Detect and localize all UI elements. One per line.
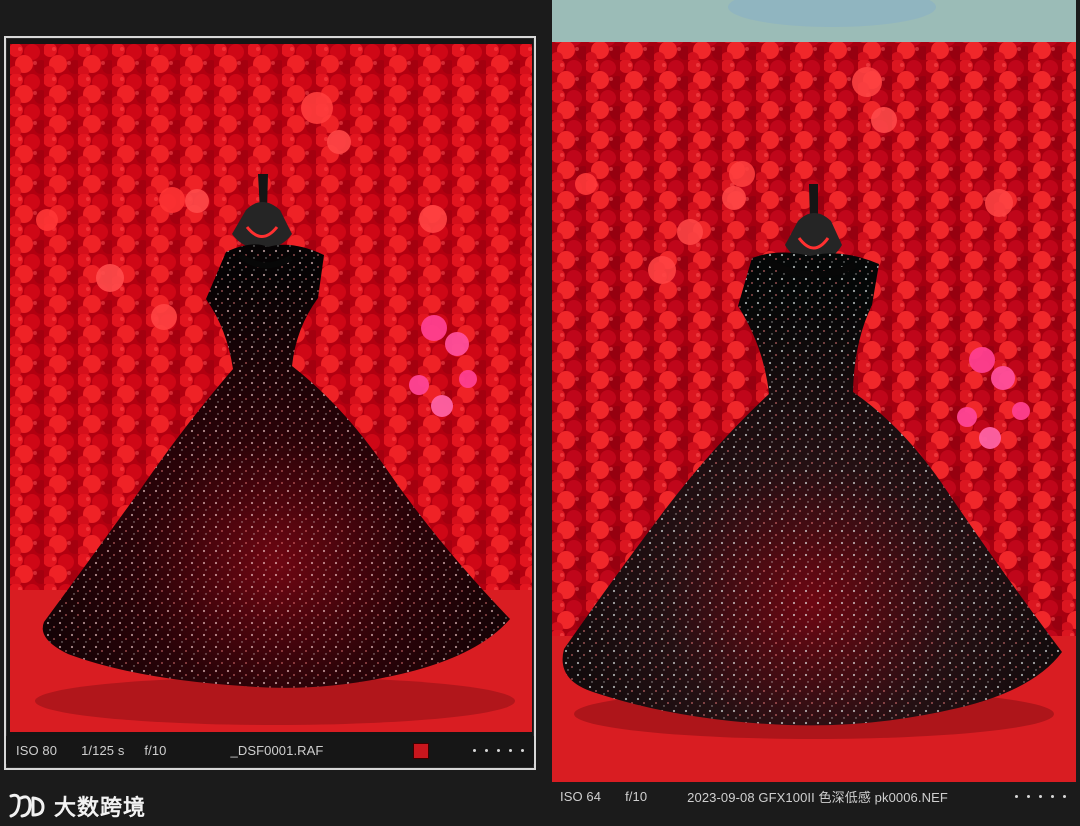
left-iso: ISO 80 bbox=[16, 742, 58, 758]
left-image-panel[interactable]: ISO 80 1/125 s f/10 _DSF0001.RAF bbox=[4, 36, 536, 770]
right-image-panel[interactable]: ISO 64 f/10 2023-09-08 GFX100II 色深低感 pk0… bbox=[552, 0, 1076, 810]
watermark: 大数跨境 bbox=[8, 789, 146, 823]
right-photo[interactable] bbox=[552, 0, 1076, 782]
right-photo-artwork bbox=[552, 0, 1076, 782]
rating-dots[interactable] bbox=[473, 744, 524, 752]
left-shutter-speed: 1/125 s bbox=[81, 742, 125, 758]
dsk-logo-icon bbox=[9, 793, 45, 818]
right-rating-dot-1[interactable] bbox=[1015, 795, 1018, 798]
right-rating-dots[interactable] bbox=[1015, 790, 1066, 798]
watermark-text: 大数跨境 bbox=[54, 795, 147, 820]
left-photo[interactable] bbox=[10, 44, 532, 732]
right-rating-dot-3[interactable] bbox=[1039, 795, 1042, 798]
right-filename: 2023-09-08 GFX100II 色深低感 pk0006.NEF bbox=[687, 789, 948, 805]
rating-dot-2[interactable] bbox=[485, 749, 488, 752]
rating-dot-3[interactable] bbox=[497, 749, 500, 752]
rating-dot-5[interactable] bbox=[521, 749, 524, 752]
right-rating-dot-4[interactable] bbox=[1051, 795, 1054, 798]
color-label-red-icon[interactable] bbox=[413, 743, 429, 759]
right-rating-dot-5[interactable] bbox=[1063, 795, 1066, 798]
left-aperture: f/10 bbox=[144, 742, 167, 758]
rating-dot-1[interactable] bbox=[473, 749, 476, 752]
right-aperture: f/10 bbox=[625, 788, 648, 804]
left-photo-artwork bbox=[10, 44, 532, 732]
rating-dot-4[interactable] bbox=[509, 749, 512, 752]
right-metadata-bar: ISO 64 f/10 2023-09-08 GFX100II 色深低感 pk0… bbox=[552, 782, 1076, 810]
right-iso: ISO 64 bbox=[560, 788, 602, 804]
right-rating-dot-2[interactable] bbox=[1027, 795, 1030, 798]
comparison-app: ISO 80 1/125 s f/10 _DSF0001.RAF ISO 64 … bbox=[0, 0, 1080, 826]
left-filename: _DSF0001.RAF bbox=[230, 742, 324, 758]
left-metadata-bar: ISO 80 1/125 s f/10 _DSF0001.RAF bbox=[6, 736, 534, 764]
